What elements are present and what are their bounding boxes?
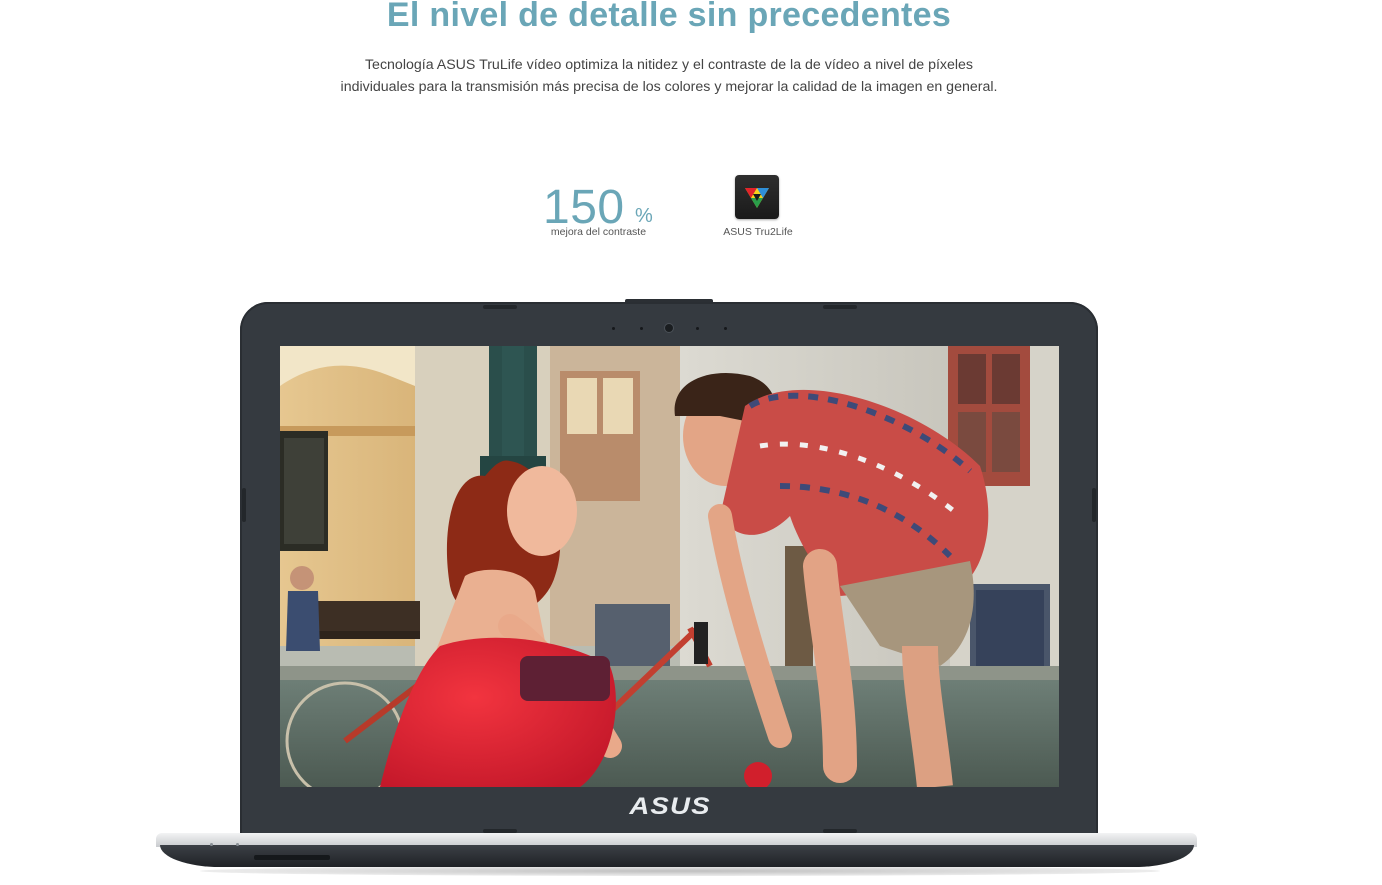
sensor-dot — [724, 327, 727, 330]
sensor-dot — [640, 327, 643, 330]
laptop-illustration: ASUS — [0, 0, 1382, 885]
status-led — [236, 843, 239, 846]
lid-bumper — [823, 305, 857, 309]
card-reader-slot — [254, 855, 330, 860]
webcam-icon — [665, 324, 673, 332]
laptop-screen-photo — [280, 346, 1059, 787]
laptop-shadow — [200, 866, 1160, 876]
lid-bumper — [483, 305, 517, 309]
asus-logo: ASUS — [629, 793, 711, 820]
sensor-dot — [612, 327, 615, 330]
status-led — [210, 843, 213, 846]
lid-side-bumper — [1092, 488, 1096, 522]
lid-side-bumper — [242, 488, 246, 522]
sensor-dot — [696, 327, 699, 330]
